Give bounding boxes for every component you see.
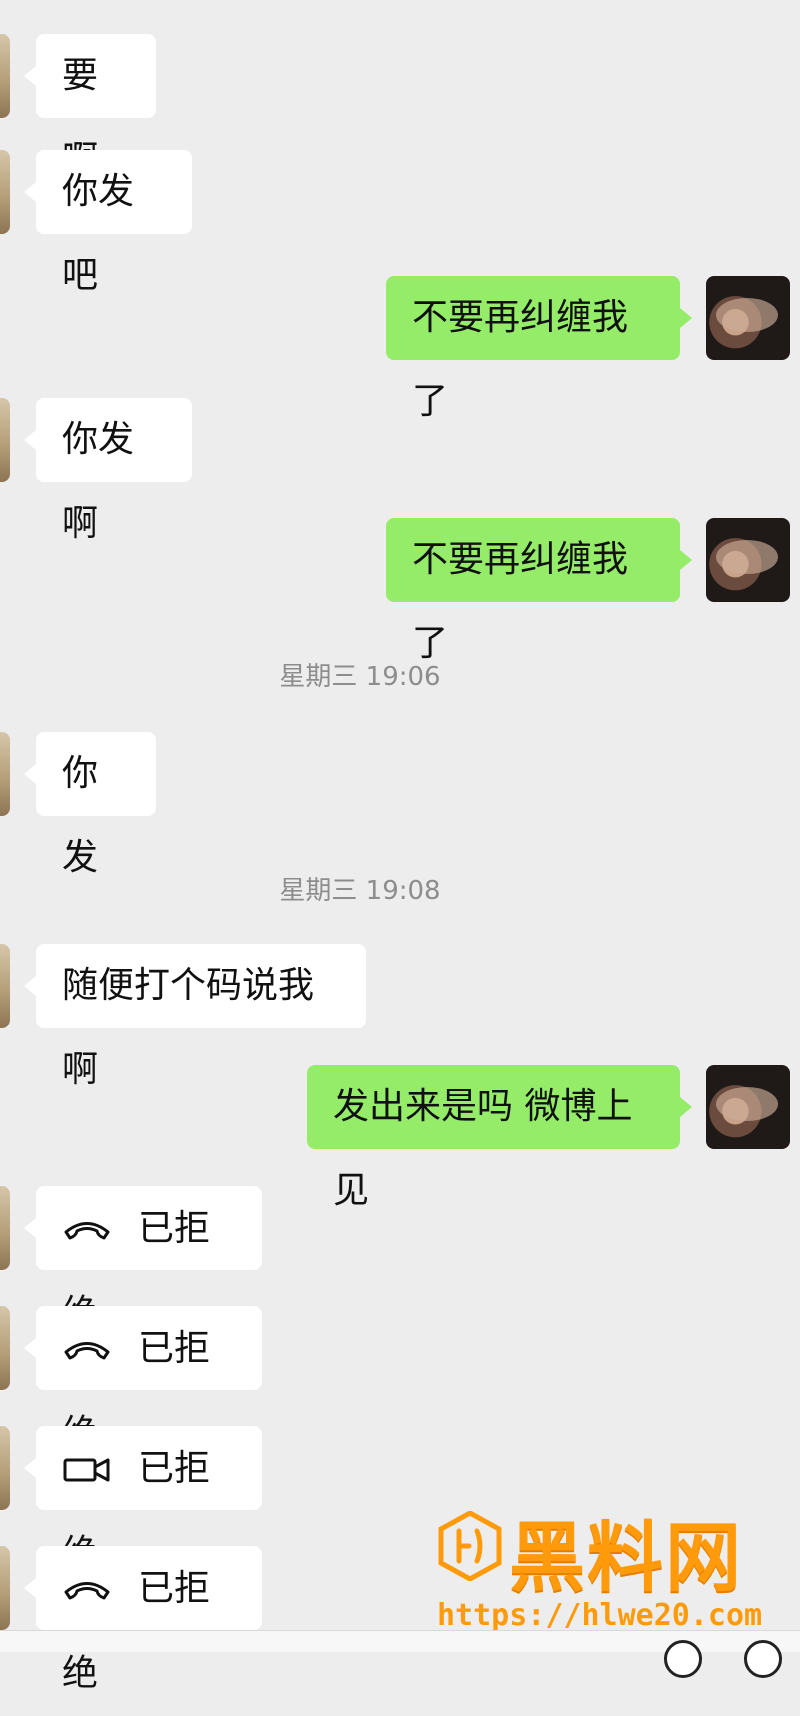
- contact-avatar[interactable]: [0, 150, 10, 234]
- message-row: 要啊: [0, 34, 800, 180]
- contact-avatar[interactable]: [0, 398, 10, 482]
- message-bubble-incoming[interactable]: 你发: [24, 732, 156, 878]
- message-bubble-incoming[interactable]: 你发吧: [24, 150, 192, 296]
- message-row: 随便打个码说我啊: [0, 944, 800, 1090]
- call-declined-bubble[interactable]: 已拒绝: [24, 1306, 262, 1454]
- more-button-icon[interactable]: [744, 1640, 782, 1678]
- watermark-logo-icon: [438, 1511, 502, 1581]
- message-row: 已拒绝: [0, 1306, 800, 1454]
- message-row: 你发吧: [0, 150, 800, 296]
- contact-avatar[interactable]: [0, 732, 10, 816]
- chat-area[interactable]: 要啊 你发吧 不要再纠缠我了 你发啊 不要再纠缠我了 星期三 19:06 你发 …: [0, 0, 800, 1694]
- message-row: 已拒绝: [0, 1186, 800, 1334]
- contact-avatar[interactable]: [0, 34, 10, 118]
- contact-avatar[interactable]: [0, 1306, 10, 1390]
- my-avatar[interactable]: [706, 518, 790, 602]
- message-bubble-outgoing[interactable]: 发出来是吗 微博上见: [307, 1065, 692, 1211]
- message-bubble-incoming[interactable]: 随便打个码说我啊: [24, 944, 366, 1090]
- watermark: 黑料网 https://hlwe20.com: [437, 1506, 777, 1646]
- message-row: 你发: [0, 732, 800, 878]
- contact-avatar[interactable]: [0, 1426, 10, 1510]
- message-bubble-outgoing[interactable]: 不要再纠缠我了: [386, 276, 692, 422]
- phone-declined-icon: [64, 1342, 110, 1360]
- phone-declined-icon: [64, 1582, 110, 1600]
- contact-avatar[interactable]: [0, 1546, 10, 1630]
- emoji-button-icon[interactable]: [664, 1640, 702, 1678]
- message-row: 不要再纠缠我了: [0, 518, 800, 664]
- call-declined-bubble[interactable]: 已拒绝: [24, 1186, 262, 1334]
- message-bubble-incoming[interactable]: 你发啊: [24, 398, 192, 544]
- phone-declined-icon: [64, 1222, 110, 1240]
- my-avatar[interactable]: [706, 276, 790, 360]
- contact-avatar[interactable]: [0, 1186, 10, 1270]
- message-row: 你发啊: [0, 398, 800, 544]
- video-call-declined-bubble[interactable]: 已拒绝: [24, 1426, 262, 1574]
- message-row: 不要再纠缠我了: [0, 276, 800, 422]
- message-row: 发出来是吗 微博上见: [0, 1065, 800, 1211]
- contact-avatar[interactable]: [0, 944, 10, 1028]
- message-bubble-outgoing[interactable]: 不要再纠缠我了: [386, 518, 692, 664]
- call-declined-bubble[interactable]: 已拒绝: [24, 1546, 262, 1694]
- message-bubble-incoming[interactable]: 要啊: [24, 34, 156, 180]
- timestamp: 星期三 19:08: [279, 876, 441, 906]
- watermark-url: https://hlwe20.com: [437, 1598, 763, 1633]
- timestamp: 星期三 19:06: [279, 662, 441, 692]
- video-call-icon: [63, 1458, 110, 1482]
- my-avatar[interactable]: [706, 1065, 790, 1149]
- watermark-title: 黑料网: [509, 1513, 743, 1602]
